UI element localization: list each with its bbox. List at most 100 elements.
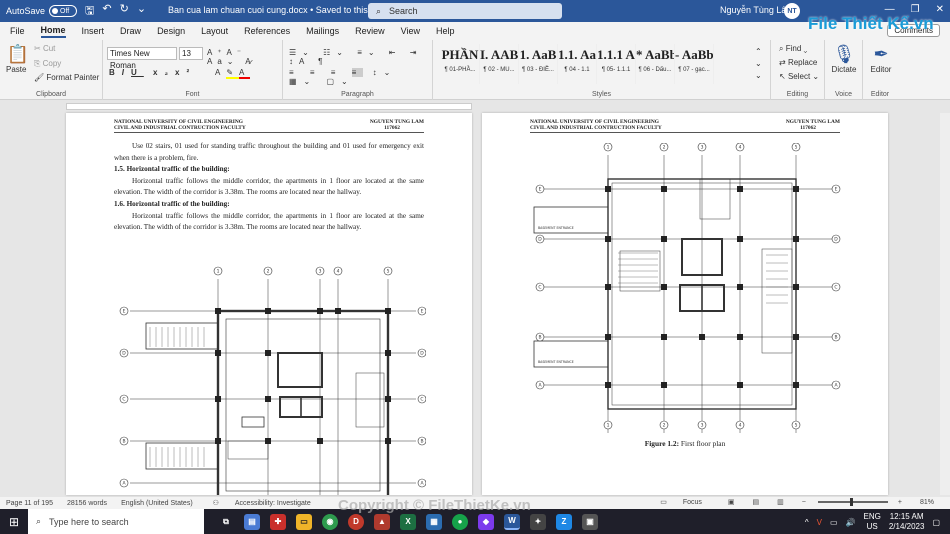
font-format-controls[interactable]: BIU x₂x² <box>109 68 196 77</box>
app-icon[interactable]: ▣ <box>582 513 598 530</box>
excel-icon[interactable]: X <box>400 513 416 530</box>
print-layout-icon[interactable]: ▤ <box>753 498 760 506</box>
style-item[interactable]: 1.1.1 A: ¶ 05- 1.1.1 <box>597 44 636 84</box>
tab-file[interactable]: File <box>10 26 25 36</box>
copy-button[interactable]: ⎘ Copy <box>34 59 61 69</box>
text-effects-icon[interactable]: A <box>215 68 226 77</box>
zoom-level[interactable]: 81% <box>920 499 934 506</box>
search-box[interactable]: ⌕ Search <box>368 3 562 19</box>
network-icon[interactable]: ▭ <box>830 518 838 527</box>
ruler-bar[interactable] <box>66 103 472 110</box>
zalo-icon[interactable]: Z <box>556 513 572 530</box>
document-page-left[interactable]: NATIONAL UNIVERSITY OF CIVIL ENGINEERING… <box>66 113 472 495</box>
focus-button[interactable]: ▭ Focus <box>654 498 710 506</box>
close-icon[interactable]: ✕ <box>936 4 944 15</box>
list-controls[interactable]: ☰⌄ ☷⌄ ≡⌄ ⇤ ⇥ ↕A ¶ <box>289 48 432 66</box>
document-page-right[interactable]: NATIONAL UNIVERSITY OF CIVIL ENGINEERING… <box>482 113 888 495</box>
document-title[interactable]: Ban cua lam chuan cuoi cung.docx • Saved… <box>168 5 393 16</box>
tab-layout[interactable]: Layout <box>201 26 228 36</box>
tab-insert[interactable]: Insert <box>82 26 105 36</box>
autosave-state: Off <box>60 7 70 15</box>
text-color-controls[interactable]: A✎A <box>215 68 251 79</box>
app-icon[interactable]: ● <box>452 513 468 530</box>
style-item[interactable]: 1. AaB ¶ 03 - ĐIỀ... <box>519 44 558 84</box>
style-item[interactable]: - AaBb(¶ 07 - gạc... <box>675 44 714 84</box>
tab-home[interactable]: Home <box>40 25 66 38</box>
tab-review[interactable]: Review <box>355 26 385 36</box>
taskbar-search[interactable]: ⌕ Type here to search <box>28 509 204 534</box>
style-item[interactable]: * AaBb ¶ 06 - Dấu... <box>636 44 675 84</box>
chrome-icon[interactable]: ◉ <box>322 513 338 530</box>
customize-toolbar-icon[interactable]: ⌄ <box>137 2 146 21</box>
find-button[interactable]: ⌕ Find ⌄ <box>779 44 807 54</box>
font-name-box[interactable]: Times New Roman <box>107 47 177 70</box>
notification-icon[interactable]: ▢ <box>932 518 940 527</box>
user-name[interactable]: Nguyễn Tùng Lâm <box>720 5 794 15</box>
app-icon[interactable]: ✚ <box>270 513 286 530</box>
grid-axis-label: D <box>834 237 838 243</box>
paste-button[interactable]: 📋 Paste <box>6 44 30 74</box>
app-icon[interactable]: ▲ <box>374 513 390 530</box>
language-indicator[interactable]: English (United States) <box>121 500 193 507</box>
autocad-icon[interactable]: D <box>348 513 364 530</box>
style-preview: 1.1.1 A: <box>597 47 636 62</box>
tab-mailings[interactable]: Mailings <box>306 26 339 36</box>
clock[interactable]: 12:15 AM 2/14/2023 <box>889 512 925 532</box>
dictate-button[interactable]: 🎙 Dictate <box>829 44 859 74</box>
style-item[interactable]: PHẦN ¶ 01-PHẦ... <box>441 44 480 84</box>
font-size-controls[interactable]: A⁺A⁻ Aa⌄ A̷ <box>207 48 282 66</box>
task-view-icon[interactable]: ⧉ <box>218 514 234 530</box>
avatar[interactable]: NT <box>784 3 800 19</box>
tab-view[interactable]: View <box>401 26 420 36</box>
tab-draw[interactable]: Draw <box>120 26 141 36</box>
word-icon[interactable]: W <box>504 513 520 530</box>
save-icon[interactable]: 🖫 <box>85 2 94 21</box>
accessibility-indicator[interactable]: ⚇ Accessibility: Investigate <box>207 499 319 507</box>
styles-scroll-icon[interactable]: ⌃ ⌄ ⌄ <box>755 46 762 82</box>
floor-plan-drawing-left[interactable]: 12345 EDCBA EDCBA <box>116 265 426 495</box>
replace-button[interactable]: ⇄ Replace <box>779 58 817 67</box>
app-tray-icon[interactable]: V <box>817 518 822 527</box>
style-name: ¶ 04 - 1.1 <box>564 67 590 73</box>
tab-design[interactable]: Design <box>157 26 185 36</box>
web-layout-icon[interactable]: ▥ <box>777 498 784 506</box>
vertical-scrollbar[interactable] <box>940 113 950 495</box>
grid-axis-label: 5 <box>387 269 390 275</box>
language-indicator[interactable]: ENG US <box>864 512 881 532</box>
tab-references[interactable]: References <box>244 26 290 36</box>
alignment-controls[interactable]: ≡ ≡ ≡ ≡ ↕⌄ ▦⌄ ▢⌄ <box>289 68 432 86</box>
style-name: ¶ 01-PHẦ... <box>444 67 476 73</box>
redo-icon[interactable]: ↻ <box>120 2 129 21</box>
page-count[interactable]: Page 11 of 195 <box>6 500 53 507</box>
select-button[interactable]: ↖ Select ⌄ <box>779 72 819 81</box>
font-size-box[interactable]: 13 <box>179 47 203 60</box>
word-count[interactable]: 28156 words <box>67 500 107 507</box>
editor-button[interactable]: ✒ Editor <box>867 44 895 74</box>
widgets-icon[interactable]: ▤ <box>244 513 260 530</box>
zoom-slider-handle[interactable] <box>849 498 853 506</box>
format-painter-button[interactable]: 🖌 Format Painter <box>34 73 99 82</box>
undo-icon[interactable]: ↶ <box>102 2 111 21</box>
volume-icon[interactable]: 🔊 <box>846 518 856 527</box>
zoom-in-icon[interactable]: + <box>898 499 902 506</box>
floor-plan-drawing-right[interactable]: 12345 12345 EDCBA EDCBA BASEMENT ENTRANC… <box>530 143 856 433</box>
autosave-toggle[interactable]: Off <box>49 5 78 17</box>
style-item[interactable]: I. AAB ¶ 02 - MU... <box>480 44 519 84</box>
windows-start-icon[interactable]: ⊞ <box>0 509 28 534</box>
font-color-icon[interactable]: A <box>239 68 251 79</box>
style-item[interactable]: 1.1. Aa ¶ 04 - 1.1 <box>558 44 597 84</box>
show-hidden-icon[interactable]: ^ <box>805 518 809 527</box>
editing-group: ⌕ Find ⌄ ⇄ Replace ↖ Select ⌄ Editing <box>771 40 825 100</box>
zoom-out-icon[interactable]: − <box>802 499 806 506</box>
zoom-slider[interactable] <box>817 498 888 506</box>
read-mode-icon[interactable]: ▣ <box>728 498 735 506</box>
file-explorer-icon[interactable]: ▭ <box>296 513 312 530</box>
tab-help[interactable]: Help <box>436 26 455 36</box>
highlight-icon[interactable]: ✎ <box>226 68 240 79</box>
horizontal-ruler[interactable] <box>0 101 950 113</box>
photos-icon[interactable]: ▦ <box>426 513 442 530</box>
cut-button[interactable]: ✂ Cut <box>34 44 55 53</box>
app-icon[interactable]: ✦ <box>530 513 546 530</box>
page-body-text[interactable]: Use 02 stairs, 01 used for standing traf… <box>114 141 424 234</box>
app-icon[interactable]: ◆ <box>478 513 494 530</box>
